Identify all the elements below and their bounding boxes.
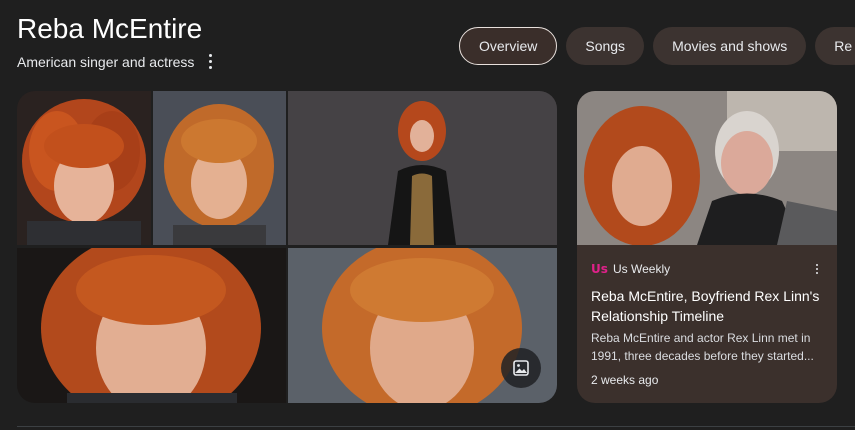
source-logo: Us [591,262,608,276]
photo-thumbnail[interactable] [17,91,151,245]
news-source: Us Us Weekly [591,261,823,277]
tab-songs[interactable]: Songs [566,27,645,65]
divider [17,426,855,427]
page-title: Reba McEntire [17,13,203,44]
image-search-button[interactable] [501,348,541,388]
entity-tabs: Overview Songs Movies and shows Re [459,27,855,65]
tab-movies-and-shows[interactable]: Movies and shows [653,27,807,65]
more-vert-icon[interactable] [811,261,823,277]
news-snippet: Reba McEntire and actor Rex Linn met in … [591,331,814,363]
news-card-image [577,91,837,245]
more-vert-icon[interactable] [203,51,217,71]
news-timestamp: 2 weeks ago [591,373,659,387]
knowledge-panel: Reba McEntire American singer and actres… [0,0,855,430]
news-card[interactable]: Us Us Weekly Reba McEntire, Boyfriend Re… [577,91,837,403]
tab-overview[interactable]: Overview [459,27,558,65]
entity-subtitle: American singer and actress [17,54,195,70]
image-search-icon [513,360,529,376]
photo-thumbnail[interactable] [153,91,286,245]
photo-thumbnail[interactable] [288,91,557,245]
news-headline[interactable]: Reba McEntire, Boyfriend Rex Linn's Rela… [591,286,823,326]
source-name: Us Weekly [613,262,671,276]
tab-partial[interactable]: Re [815,27,855,65]
image-grid [17,91,557,403]
photo-thumbnail[interactable] [17,248,286,403]
